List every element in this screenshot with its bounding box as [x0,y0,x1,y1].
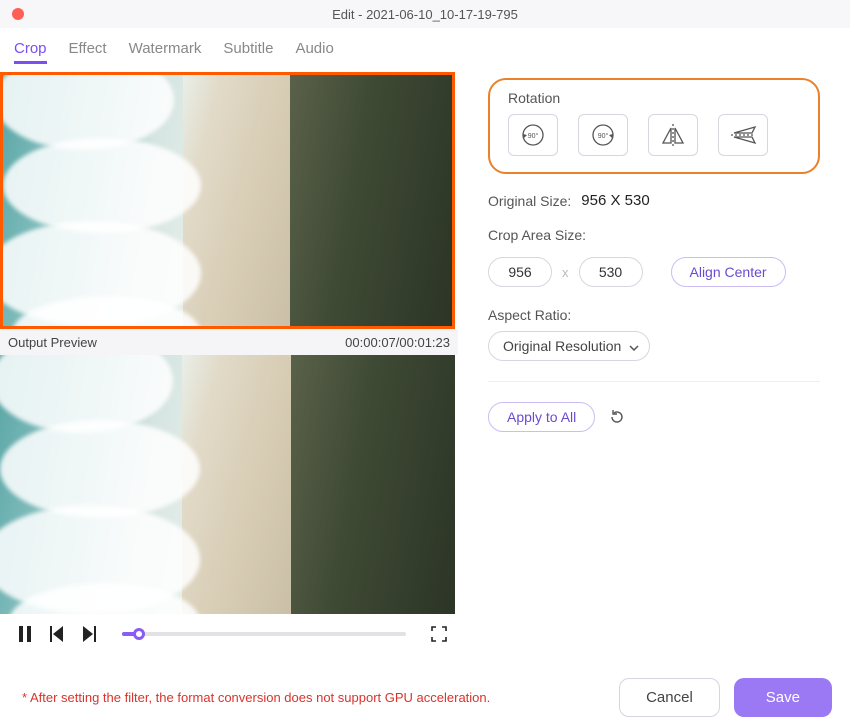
cancel-button[interactable]: Cancel [619,678,720,717]
fullscreen-button[interactable] [430,625,448,643]
footer: * After setting the filter, the format c… [0,660,850,717]
svg-text:90°: 90° [598,132,609,140]
titlebar: Edit - 2021-06-10_10-17-19-795 [0,0,850,28]
crop-preview[interactable] [0,72,455,329]
original-size-row: Original Size: 956 X 530 [488,192,820,209]
prev-frame-button[interactable] [48,625,66,643]
align-center-button[interactable]: Align Center [671,257,786,287]
rotate-cw-90-button[interactable]: 90° [578,114,628,156]
crop-area-inputs: x Align Center [488,257,820,287]
settings-panel: Rotation 90° 90° [458,72,850,660]
output-preview [0,355,455,614]
divider [488,381,820,382]
video-frame [3,75,452,326]
crop-width-input[interactable] [488,257,552,287]
crop-area-label-row: Crop Area Size: [488,227,820,243]
progress-thumb[interactable] [133,628,145,640]
original-size-label: Original Size: [488,193,571,209]
rotation-buttons: 90° 90° [508,114,800,156]
flip-horizontal-button[interactable] [648,114,698,156]
apply-row: Apply to All [488,402,820,432]
tab-watermark[interactable]: Watermark [129,40,202,64]
pause-button[interactable] [16,625,34,643]
preview-column: Output Preview 00:00:07/00:01:23 [0,72,458,660]
crop-area-label: Crop Area Size: [488,227,586,243]
close-window-button[interactable] [12,8,24,20]
player-controls [0,614,458,654]
video-frame-output [0,355,455,614]
original-size-value: 956 X 530 [581,192,649,209]
save-button[interactable]: Save [734,678,832,717]
preview-label: Output Preview [8,335,97,350]
next-frame-button[interactable] [80,625,98,643]
aspect-ratio-label: Aspect Ratio: [488,307,571,323]
tab-effect[interactable]: Effect [69,40,107,64]
aspect-ratio-select[interactable]: Original Resolution [488,331,650,361]
main: Output Preview 00:00:07/00:01:23 [0,72,850,660]
preview-bar: Output Preview 00:00:07/00:01:23 [0,329,458,355]
svg-text:90°: 90° [528,132,539,140]
aspect-ratio-value: Original Resolution [503,338,621,354]
crop-height-input[interactable] [579,257,643,287]
reset-icon[interactable] [609,409,625,425]
tab-subtitle[interactable]: Subtitle [223,40,273,64]
tab-crop[interactable]: Crop [14,40,47,64]
footer-buttons: Cancel Save [619,678,832,717]
chevron-down-icon [629,338,639,354]
window-title: Edit - 2021-06-10_10-17-19-795 [332,7,518,22]
crop-separator: x [562,265,569,280]
footer-note: * After setting the filter, the format c… [22,690,490,705]
timecode: 00:00:07/00:01:23 [345,335,450,350]
aspect-ratio-row: Aspect Ratio: Original Resolution [488,307,820,361]
progress-bar[interactable] [122,632,406,636]
flip-vertical-button[interactable] [718,114,768,156]
apply-to-all-button[interactable]: Apply to All [488,402,595,432]
rotation-group: Rotation 90° 90° [488,78,820,174]
tab-audio[interactable]: Audio [295,40,333,64]
rotate-ccw-90-button[interactable]: 90° [508,114,558,156]
rotation-label: Rotation [508,90,800,106]
tabs: Crop Effect Watermark Subtitle Audio [0,28,850,72]
